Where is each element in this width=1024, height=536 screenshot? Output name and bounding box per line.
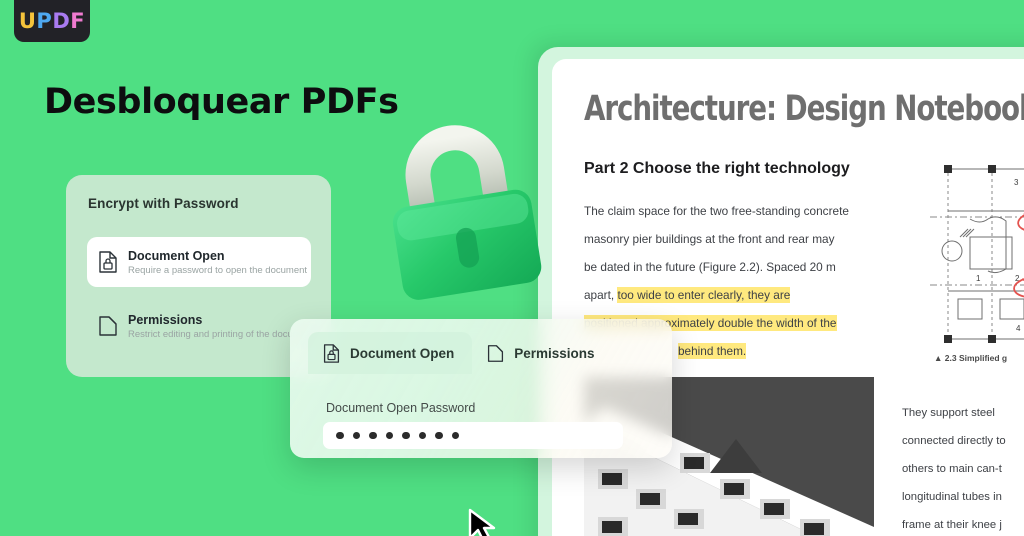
password-field-label: Document Open Password: [326, 401, 476, 415]
page-corner-icon: [486, 343, 505, 364]
right-column-line: connected directly to: [902, 435, 1006, 447]
room-number: 4: [1016, 324, 1021, 333]
right-column-line: others to main can-t: [902, 463, 1002, 475]
tab-permissions[interactable]: Permissions: [472, 332, 612, 374]
logo-letter-f: F: [70, 8, 86, 33]
updf-logo[interactable]: UPDF: [14, 0, 90, 42]
dialog-tabstrip: Document Open Permissions: [308, 332, 613, 374]
logo-letter-p: P: [36, 8, 53, 33]
padlock-3d-icon: [370, 118, 560, 348]
password-dialog: Document Open Permissions Document Open …: [290, 319, 672, 458]
page-corner-icon: [97, 314, 119, 338]
option-subtitle: Require a password to open the document: [128, 264, 308, 276]
tab-document-open[interactable]: Document Open: [308, 332, 473, 374]
document-subheading: Part 2 Choose the right technology: [584, 160, 850, 177]
body-line-text: apart,: [584, 288, 615, 302]
figure-caption: ▲ 2.3 Simplified g: [934, 353, 1008, 363]
password-dot: [451, 431, 459, 440]
logo-letter-d: D: [52, 8, 71, 33]
document-right-column: They support steel connected directly to…: [902, 399, 1024, 536]
body-line: The claim space for the two free-standin…: [584, 204, 849, 218]
document-lock-icon: [322, 343, 341, 364]
body-line: masonry pier buildings at the front and …: [584, 225, 876, 253]
body-line-text: masonry pier buildings at the front and …: [584, 232, 835, 246]
right-column-line: longitudinal tubes in: [902, 491, 1002, 503]
option-document-open[interactable]: Document Open Require a password to open…: [87, 237, 311, 287]
floor-plan-figure: 1 2 3 4: [930, 159, 1024, 349]
right-column-line: They support steel: [902, 407, 995, 419]
password-dot: [336, 431, 344, 440]
page-title: Desbloquear PDFs: [44, 82, 399, 122]
room-number: 1: [976, 274, 981, 283]
password-dot: [435, 431, 443, 440]
document-lock-icon: [97, 250, 119, 274]
password-dot: [385, 431, 393, 440]
tab-label: Permissions: [514, 345, 595, 361]
room-number: 3: [1014, 178, 1019, 187]
logo-letter-u: U: [18, 8, 37, 33]
option-title: Permissions: [128, 312, 203, 327]
option-permissions[interactable]: Permissions Restrict editing and printin…: [87, 301, 314, 351]
password-input[interactable]: [323, 422, 623, 449]
document-page: Architecture: Design Notebook Part 2 Cho…: [552, 59, 1024, 536]
document-heading: Architecture: Design Notebook: [584, 89, 1024, 129]
right-column-line: frame at their knee j: [902, 519, 1002, 531]
password-dot: [369, 431, 377, 440]
option-title: Document Open: [128, 248, 225, 263]
password-dot: [402, 431, 410, 440]
arrow-pointer-icon: [466, 508, 498, 536]
tab-label: Document Open: [350, 345, 455, 361]
screenshot-canvas: UPDF Desbloquear PDFs Architecture: Desi…: [0, 0, 1024, 536]
highlighted-text: too wide to enter clearly, they are: [617, 287, 791, 303]
password-dot: [418, 431, 426, 440]
body-line: be dated in the future (Figure 2.2). Spa…: [584, 260, 836, 274]
option-subtitle: Restrict editing and printing of the doc…: [128, 328, 314, 340]
body-line: apart, too wide to enter clearly, they a…: [584, 281, 876, 309]
password-dot: [352, 431, 360, 440]
highlighted-text: behind them.: [678, 343, 747, 359]
encrypt-card-title: Encrypt with Password: [88, 196, 239, 211]
